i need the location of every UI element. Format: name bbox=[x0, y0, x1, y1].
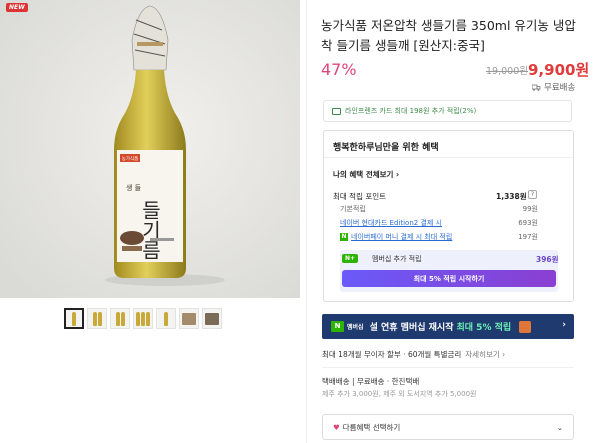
discount-rate: 47% bbox=[321, 60, 357, 79]
card-benefit-banner[interactable]: 라인프렌즈 카드 최대 198원 추가 적립(2%) bbox=[323, 100, 572, 122]
benefit-title: 행복한하루님만을 위한 혜택 bbox=[333, 143, 439, 153]
benefit-option-select[interactable]: ♥ 다름혜택 선택하기 ⌄ bbox=[322, 414, 574, 440]
product-title: 농가식품 저온압착 생들기름 350ml 유기농 냉압착 들기름 생들깨 [원산… bbox=[321, 18, 576, 53]
my-benefits-link[interactable]: 나의 혜택 전체보기 › bbox=[333, 169, 399, 180]
membership-label: 멤버십 추가 적립 bbox=[372, 255, 422, 263]
points-row-value: 197원 bbox=[518, 233, 538, 241]
membership-button-label: 최대 5% 적립 시작하기 bbox=[413, 274, 485, 283]
delivery-info: 택배배송 | 무료배송 · 한진택배 bbox=[322, 377, 420, 386]
installment-detail-link[interactable]: 자세히보기 › bbox=[465, 350, 505, 359]
promo-highlight: 최대 5% 적립 bbox=[456, 323, 512, 333]
thumbnail-4[interactable] bbox=[133, 308, 153, 329]
thumbnail-3[interactable] bbox=[110, 308, 130, 329]
card-icon bbox=[332, 107, 341, 115]
promo-main-text: 설 연휴 멤버십 재시작 bbox=[369, 323, 454, 333]
delivery-extra-fee: 제주 추가 3,000원, 제주 외 도서지역 추가 5,000원 bbox=[322, 390, 477, 398]
points-row-label[interactable]: 네이버 현대카드 Edition2 결제 시 bbox=[340, 218, 442, 228]
thumbnail-5[interactable] bbox=[156, 308, 176, 329]
points-row-card[interactable]: 네이버 현대카드 Edition2 결제 시 693원 bbox=[340, 218, 538, 228]
original-price: 19,000원 bbox=[486, 66, 528, 77]
installment-text: 최대 18개월 무이자 할부 · 60개월 특별금리 bbox=[322, 350, 462, 359]
shipping-text: 무료배송 bbox=[544, 83, 576, 93]
chevron-right-icon: › bbox=[562, 320, 566, 330]
points-row-basic: 기본적립 99원 bbox=[340, 204, 538, 214]
points-row-label: 기본적립 bbox=[340, 205, 366, 213]
chevron-down-icon: ⌄ bbox=[556, 422, 563, 432]
promo-member-text: 멤버십 bbox=[347, 324, 364, 331]
card-benefit-text: 라인프렌즈 카드 최대 198원 추가 적립(2%) bbox=[345, 107, 477, 115]
membership-tag-icon: N+ bbox=[342, 254, 359, 263]
gift-icon bbox=[519, 320, 532, 333]
max-points-label: 최대 적립 포인트 bbox=[333, 192, 387, 201]
heart-icon: ♥ bbox=[333, 422, 340, 432]
max-points-value: 1,338원 bbox=[496, 192, 527, 201]
truck-icon bbox=[532, 84, 541, 91]
divider bbox=[322, 367, 574, 368]
product-main-image: 농가식품 생 들 들기름 bbox=[0, 0, 300, 298]
thumbnail-6[interactable] bbox=[179, 308, 199, 329]
thumbnail-7[interactable] bbox=[202, 308, 222, 329]
my-benefits-label: 나의 혜택 전체보기 bbox=[333, 170, 394, 179]
points-row-value: 693원 bbox=[518, 219, 538, 227]
installment-info: 최대 18개월 무이자 할부 · 60개월 특별금리 자세히보기 › bbox=[322, 349, 505, 360]
bottle-small-text: 생 들 bbox=[126, 183, 142, 192]
bottle-brand-text: 농가식품 bbox=[122, 155, 139, 162]
membership-value: 396원 bbox=[536, 255, 559, 264]
shipping-info: 무료배송 bbox=[532, 81, 575, 93]
option-select-label: 다름혜택 선택하기 bbox=[342, 422, 401, 432]
membership-start-button[interactable]: 최대 5% 적립 시작하기 bbox=[342, 270, 556, 287]
divider bbox=[324, 157, 573, 158]
thumbnail-1[interactable] bbox=[64, 308, 84, 329]
thumbnail-strip bbox=[64, 308, 222, 329]
chevron-right-icon: › bbox=[396, 170, 400, 179]
points-row-pay[interactable]: N 네이버페이 머니 결제 시 최대 적립 197원 bbox=[340, 232, 538, 242]
thumbnail-2[interactable] bbox=[87, 308, 107, 329]
help-icon[interactable]: ? bbox=[528, 190, 537, 199]
new-badge: NEW bbox=[6, 3, 28, 12]
promo-banner[interactable]: N 멤버십 설 연휴 멤버십 재시작 최대 5% 적립 › bbox=[322, 314, 574, 339]
naver-icon: N bbox=[331, 321, 344, 332]
column-divider bbox=[306, 0, 307, 443]
points-row-value: 99원 bbox=[522, 205, 538, 213]
sale-price: 9,900원 bbox=[528, 61, 590, 79]
naver-pay-icon: N bbox=[340, 233, 348, 241]
oil-bottle-photo: 농가식품 생 들 들기름 bbox=[0, 0, 300, 298]
points-row-label[interactable]: 네이버페이 머니 결제 시 최대 적립 bbox=[351, 233, 452, 241]
